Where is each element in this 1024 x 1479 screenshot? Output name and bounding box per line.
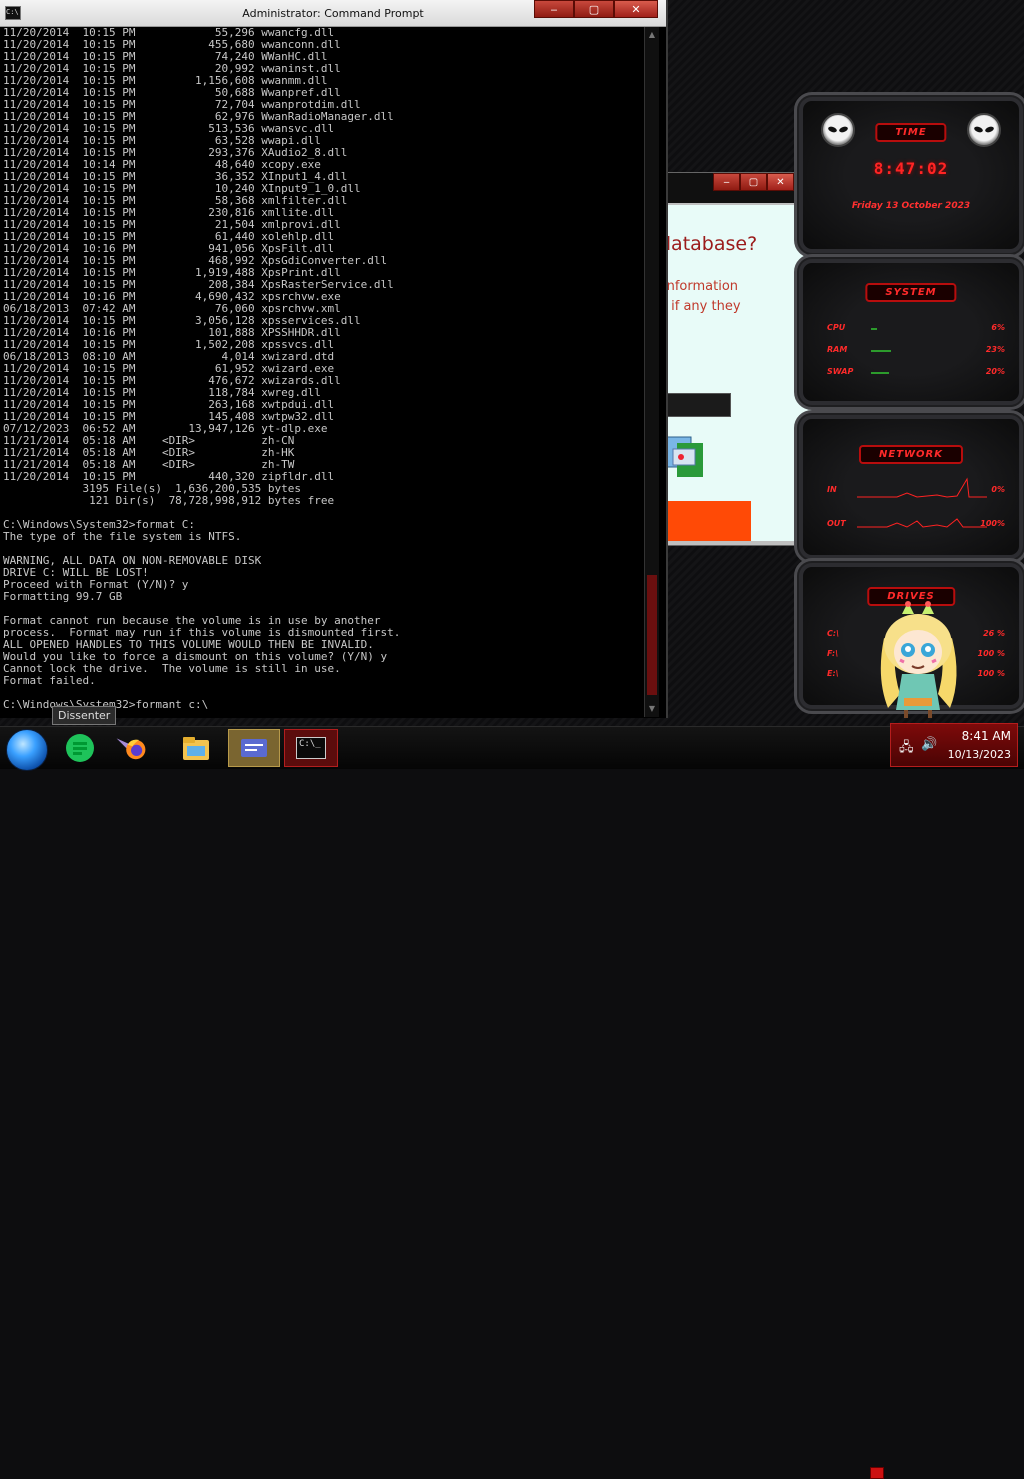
network-gadget[interactable]: NETWORK IN 0% OUT 100% (794, 410, 1024, 564)
drive-f-label: F:\ (827, 649, 839, 658)
console-output[interactable]: 11/20/2014 10:15 PM 55,296 wwancfg.dll 11… (3, 27, 643, 717)
alienware-logo-icon (967, 113, 1001, 147)
cmd-titlebar[interactable]: C:\ Administrator: Command Prompt ‒ ▢ ✕ (0, 0, 666, 27)
taskbar-app-file-explorer[interactable] (176, 729, 216, 767)
time-gadget-header: TIME (875, 123, 947, 142)
cpu-bar (871, 328, 877, 330)
alienware-logo-icon (821, 113, 855, 147)
ram-bar (871, 350, 891, 352)
volume-icon[interactable]: 🔊 (921, 737, 937, 752)
maximize-button[interactable]: ▢ (574, 0, 614, 18)
ram-row: RAM 23% (827, 345, 1005, 357)
console-scrollbar[interactable]: ▲ ▼ (644, 27, 659, 717)
dialog-heading: database? (659, 233, 758, 255)
tray-overflow-icon[interactable] (870, 1467, 884, 1479)
cpu-value: 6% (991, 323, 1005, 332)
start-button[interactable] (6, 729, 48, 771)
taskbar-app-command-prompt[interactable]: C:\_ (284, 729, 338, 767)
dissenter-browser-icon (66, 734, 94, 762)
console-line: 121 Dir(s) 78,728,998,912 bytes free (3, 494, 335, 507)
swap-bar (871, 372, 889, 374)
dialog-minimize-button[interactable]: ‒ (713, 173, 740, 191)
dialog-body: database? information e if any they (659, 205, 815, 541)
network-gadget-header: NETWORK (858, 445, 964, 464)
command-prompt-icon: C:\_ (296, 737, 326, 759)
drive-c-label: C:\ (827, 629, 839, 638)
firefox-icon (116, 738, 146, 760)
time-gadget[interactable]: TIME 8:47:02 Friday 13 October 2023 (794, 92, 1024, 258)
dialog-close-button[interactable]: ✕ (767, 173, 794, 191)
cpu-row: CPU 6% (827, 323, 1005, 335)
console-line: Cannot lock the drive. The volume is sti… (3, 662, 341, 675)
drive-e-value: 100 % (977, 669, 1006, 678)
dialog-dark-input[interactable] (659, 393, 731, 417)
swap-row: SWAP 20% (827, 367, 1005, 379)
gadget-clock: 8:47:02 (873, 159, 949, 178)
dialog-info-line2: e if any they (659, 299, 741, 314)
dialog-orange-button[interactable] (659, 501, 751, 541)
tray-clock-date[interactable]: 10/13/2023 (948, 748, 1011, 761)
network-in-value: 0% (991, 485, 1005, 494)
tray-clock-time[interactable]: 8:41 AM (962, 729, 1011, 743)
drive-e-label: E:\ (827, 669, 839, 678)
scroll-up-arrow-icon[interactable]: ▲ (647, 30, 657, 40)
console-line: Formatting 99.7 GB (3, 590, 123, 603)
close-button[interactable]: ✕ (614, 0, 658, 18)
cpu-label: CPU (827, 323, 846, 332)
minimize-button[interactable]: ‒ (534, 0, 574, 18)
scrollbar-thumb[interactable] (647, 575, 657, 695)
file-explorer-icon (183, 737, 209, 760)
ram-label: RAM (827, 345, 848, 354)
network-in-row: IN 0% (827, 485, 1005, 497)
drive-c-value: 26 % (983, 629, 1005, 638)
star-butterfly-sticker (880, 601, 957, 718)
network-out-label: OUT (827, 519, 846, 528)
ram-value: 23% (985, 345, 1005, 354)
system-tray[interactable]: 🖧 🔊 8:41 AM 10/13/2023 (890, 723, 1018, 767)
dialog-info-line1: information (663, 279, 739, 294)
system-gadget-header: SYSTEM (865, 283, 957, 302)
console-line: The type of the file system is NTFS. (3, 530, 242, 543)
network-in-label: IN (827, 485, 837, 494)
taskbar-app-dissenter[interactable] (60, 729, 100, 767)
command-prompt-window[interactable]: C:\ Administrator: Command Prompt ‒ ▢ ✕ … (0, 0, 668, 718)
system-gadget[interactable]: SYSTEM CPU 6% RAM 23% SWAP 20% (794, 254, 1024, 410)
swap-label: SWAP (827, 367, 854, 376)
console-line: Format failed. (3, 674, 96, 687)
cmd-window-buttons: ‒ ▢ ✕ (534, 0, 658, 18)
network-icon[interactable]: 🖧 (899, 738, 914, 760)
dialog-maximize-button[interactable]: ▢ (740, 173, 767, 191)
scroll-down-arrow-icon[interactable]: ▼ (647, 704, 657, 714)
network-out-row: OUT 100% (827, 519, 1005, 531)
dialog-window-buttons: ‒ ▢ ✕ (713, 173, 794, 191)
swap-value: 20% (985, 367, 1005, 376)
network-out-value: 100% (980, 519, 1005, 528)
gadget-date: Friday 13 October 2023 (851, 201, 971, 211)
taskbar-tooltip: Dissenter (52, 706, 117, 725)
card-app-icon (241, 739, 267, 757)
taskbar-app-card[interactable] (228, 729, 280, 767)
drive-f-value: 100 % (977, 649, 1006, 658)
taskbar: C:\_ (0, 726, 1024, 1479)
taskbar-app-firefox[interactable] (108, 729, 154, 767)
